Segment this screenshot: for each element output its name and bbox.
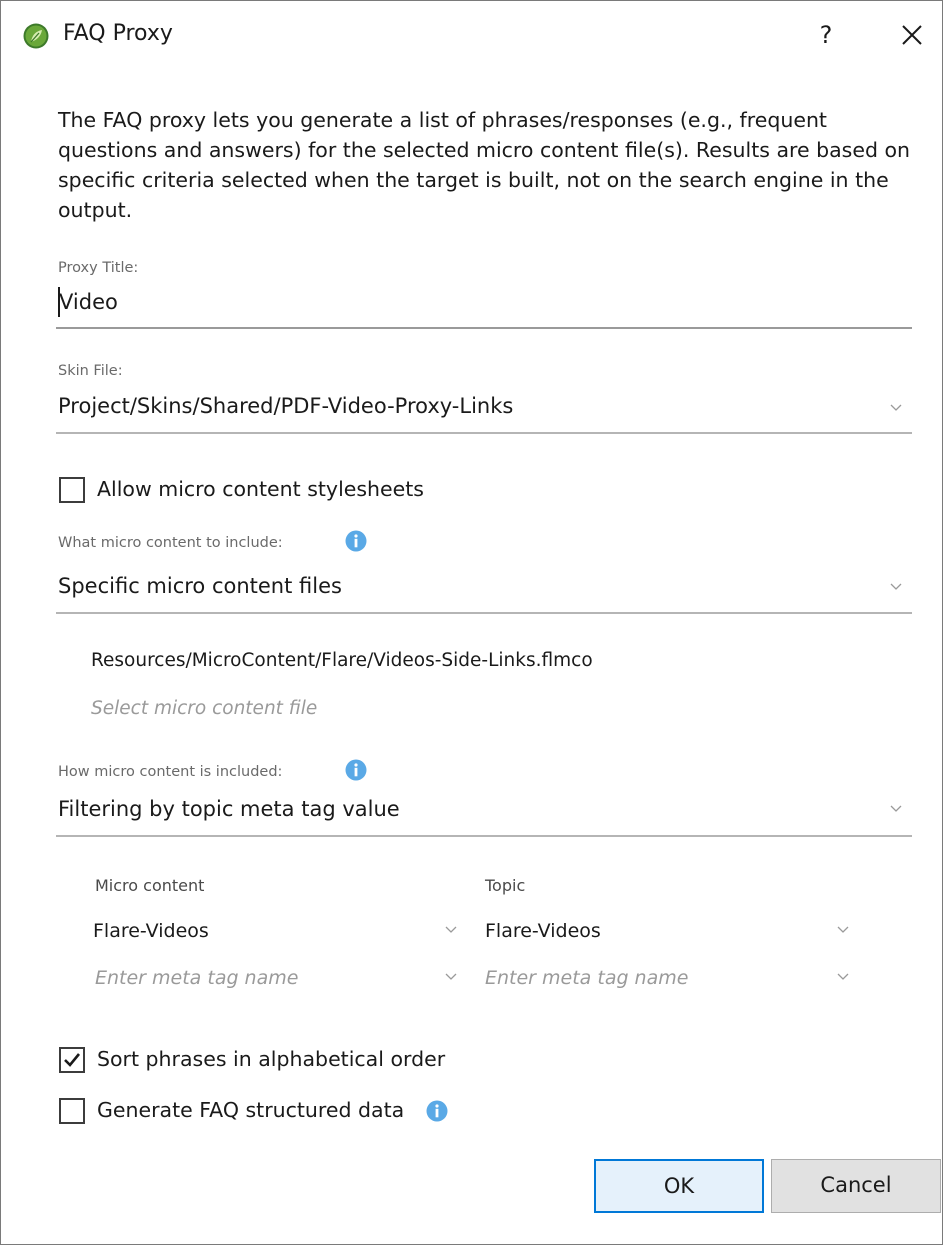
proxy-title-value: Video	[59, 290, 118, 314]
micro-content-column-header: Micro content	[95, 876, 205, 895]
how-included-label: How micro content is included:	[58, 764, 283, 780]
chevron-down-icon	[837, 973, 849, 980]
chevron-down-icon	[890, 404, 902, 411]
chevron-down-icon	[890, 805, 902, 812]
how-included-dropdown[interactable]: Filtering by topic meta tag value	[56, 792, 912, 836]
chevron-down-icon	[445, 926, 457, 933]
generate-faq-label: Generate FAQ structured data	[97, 1098, 405, 1122]
close-icon[interactable]	[894, 17, 930, 53]
info-icon[interactable]	[426, 1100, 448, 1122]
proxy-title-underline	[56, 327, 912, 329]
flare-leaf-icon	[23, 23, 49, 49]
topic-meta-placeholder: Enter meta tag name	[485, 967, 689, 989]
generate-faq-checkbox[interactable]	[59, 1098, 85, 1124]
micro-content-meta-dropdown[interactable]: Flare-Videos	[93, 916, 465, 950]
skin-file-label: Skin File:	[58, 363, 123, 379]
sort-alphabetical-label: Sort phrases in alphabetical order	[97, 1047, 446, 1071]
what-include-value: Specific micro content files	[58, 574, 342, 598]
proxy-title-label: Proxy Title:	[58, 260, 139, 276]
info-icon[interactable]	[345, 759, 367, 781]
what-include-label: What micro content to include:	[58, 535, 283, 551]
sort-alphabetical-checkbox[interactable]	[59, 1047, 85, 1073]
title-bar: FAQ Proxy ?	[1, 1, 942, 71]
topic-meta-new-dropdown[interactable]: Enter meta tag name	[485, 963, 857, 997]
chevron-down-icon	[445, 973, 457, 980]
dialog-title: FAQ Proxy	[63, 21, 173, 46]
faq-proxy-dialog: FAQ Proxy ? The FAQ proxy lets you gener…	[0, 0, 943, 1245]
info-icon[interactable]	[345, 530, 367, 552]
proxy-title-input[interactable]: Video	[56, 287, 912, 331]
chevron-down-icon	[837, 926, 849, 933]
intro-description: The FAQ proxy lets you generate a list o…	[58, 108, 911, 222]
what-include-underline	[56, 612, 912, 614]
micro-content-meta-value: Flare-Videos	[93, 920, 209, 942]
what-include-dropdown[interactable]: Specific micro content files	[56, 569, 912, 613]
micro-content-file-item[interactable]: Resources/MicroContent/Flare/Videos-Side…	[91, 650, 593, 671]
micro-content-meta-placeholder: Enter meta tag name	[95, 967, 299, 989]
skin-file-dropdown[interactable]: Project/Skins/Shared/PDF-Video-Proxy-Lin…	[56, 389, 912, 433]
help-button[interactable]: ?	[811, 15, 841, 55]
select-micro-content-placeholder[interactable]: Select micro content file	[91, 698, 317, 719]
how-included-underline	[56, 835, 912, 837]
chevron-down-icon	[890, 583, 902, 590]
topic-meta-dropdown[interactable]: Flare-Videos	[485, 916, 857, 950]
micro-content-meta-new-dropdown[interactable]: Enter meta tag name	[93, 963, 465, 997]
how-included-value: Filtering by topic meta tag value	[58, 797, 400, 821]
topic-meta-value: Flare-Videos	[485, 920, 601, 942]
ok-button[interactable]: OK	[594, 1159, 764, 1213]
skin-file-underline	[56, 432, 912, 434]
allow-stylesheets-checkbox[interactable]	[59, 477, 85, 503]
allow-stylesheets-label: Allow micro content stylesheets	[97, 477, 424, 501]
skin-file-value: Project/Skins/Shared/PDF-Video-Proxy-Lin…	[58, 394, 514, 418]
cancel-button[interactable]: Cancel	[771, 1159, 941, 1213]
checkmark-icon	[64, 1053, 81, 1067]
topic-column-header: Topic	[485, 876, 526, 895]
